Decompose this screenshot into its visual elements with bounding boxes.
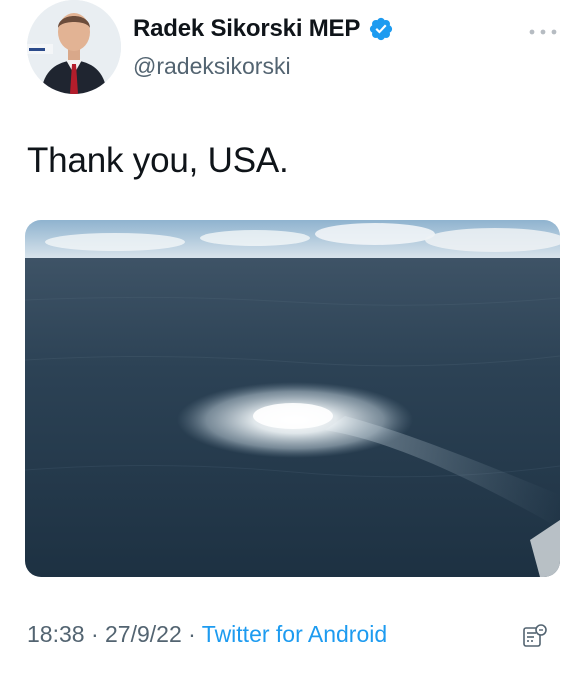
tweet-date[interactable]: 27/9/22: [105, 621, 182, 647]
tweet-card: Radek Sikorski MEP @radeksikorski Thank …: [0, 0, 585, 680]
author-name-row: Radek Sikorski MEP: [133, 14, 394, 44]
meta-separator: ·: [84, 621, 106, 647]
tweet-source-link[interactable]: Twitter for Android: [202, 621, 387, 647]
portrait-avatar-icon: [27, 0, 121, 94]
tweet-text: Thank you, USA.: [27, 141, 289, 180]
tweet-photo[interactable]: [25, 220, 560, 577]
tweet-time[interactable]: 18:38: [27, 621, 85, 647]
author-display-name[interactable]: Radek Sikorski MEP: [133, 14, 360, 44]
tweet-metadata: 18:38 · 27/9/22 · Twitter for Android: [27, 619, 387, 649]
author-avatar[interactable]: [27, 0, 121, 94]
author-handle[interactable]: @radeksikorski: [133, 52, 291, 80]
photo-sea-gas-leak-icon: [25, 220, 560, 577]
meta-separator: ·: [181, 621, 202, 647]
more-options-icon[interactable]: [524, 26, 562, 38]
verified-badge-icon: [370, 17, 393, 41]
analytics-icon[interactable]: [521, 622, 549, 650]
